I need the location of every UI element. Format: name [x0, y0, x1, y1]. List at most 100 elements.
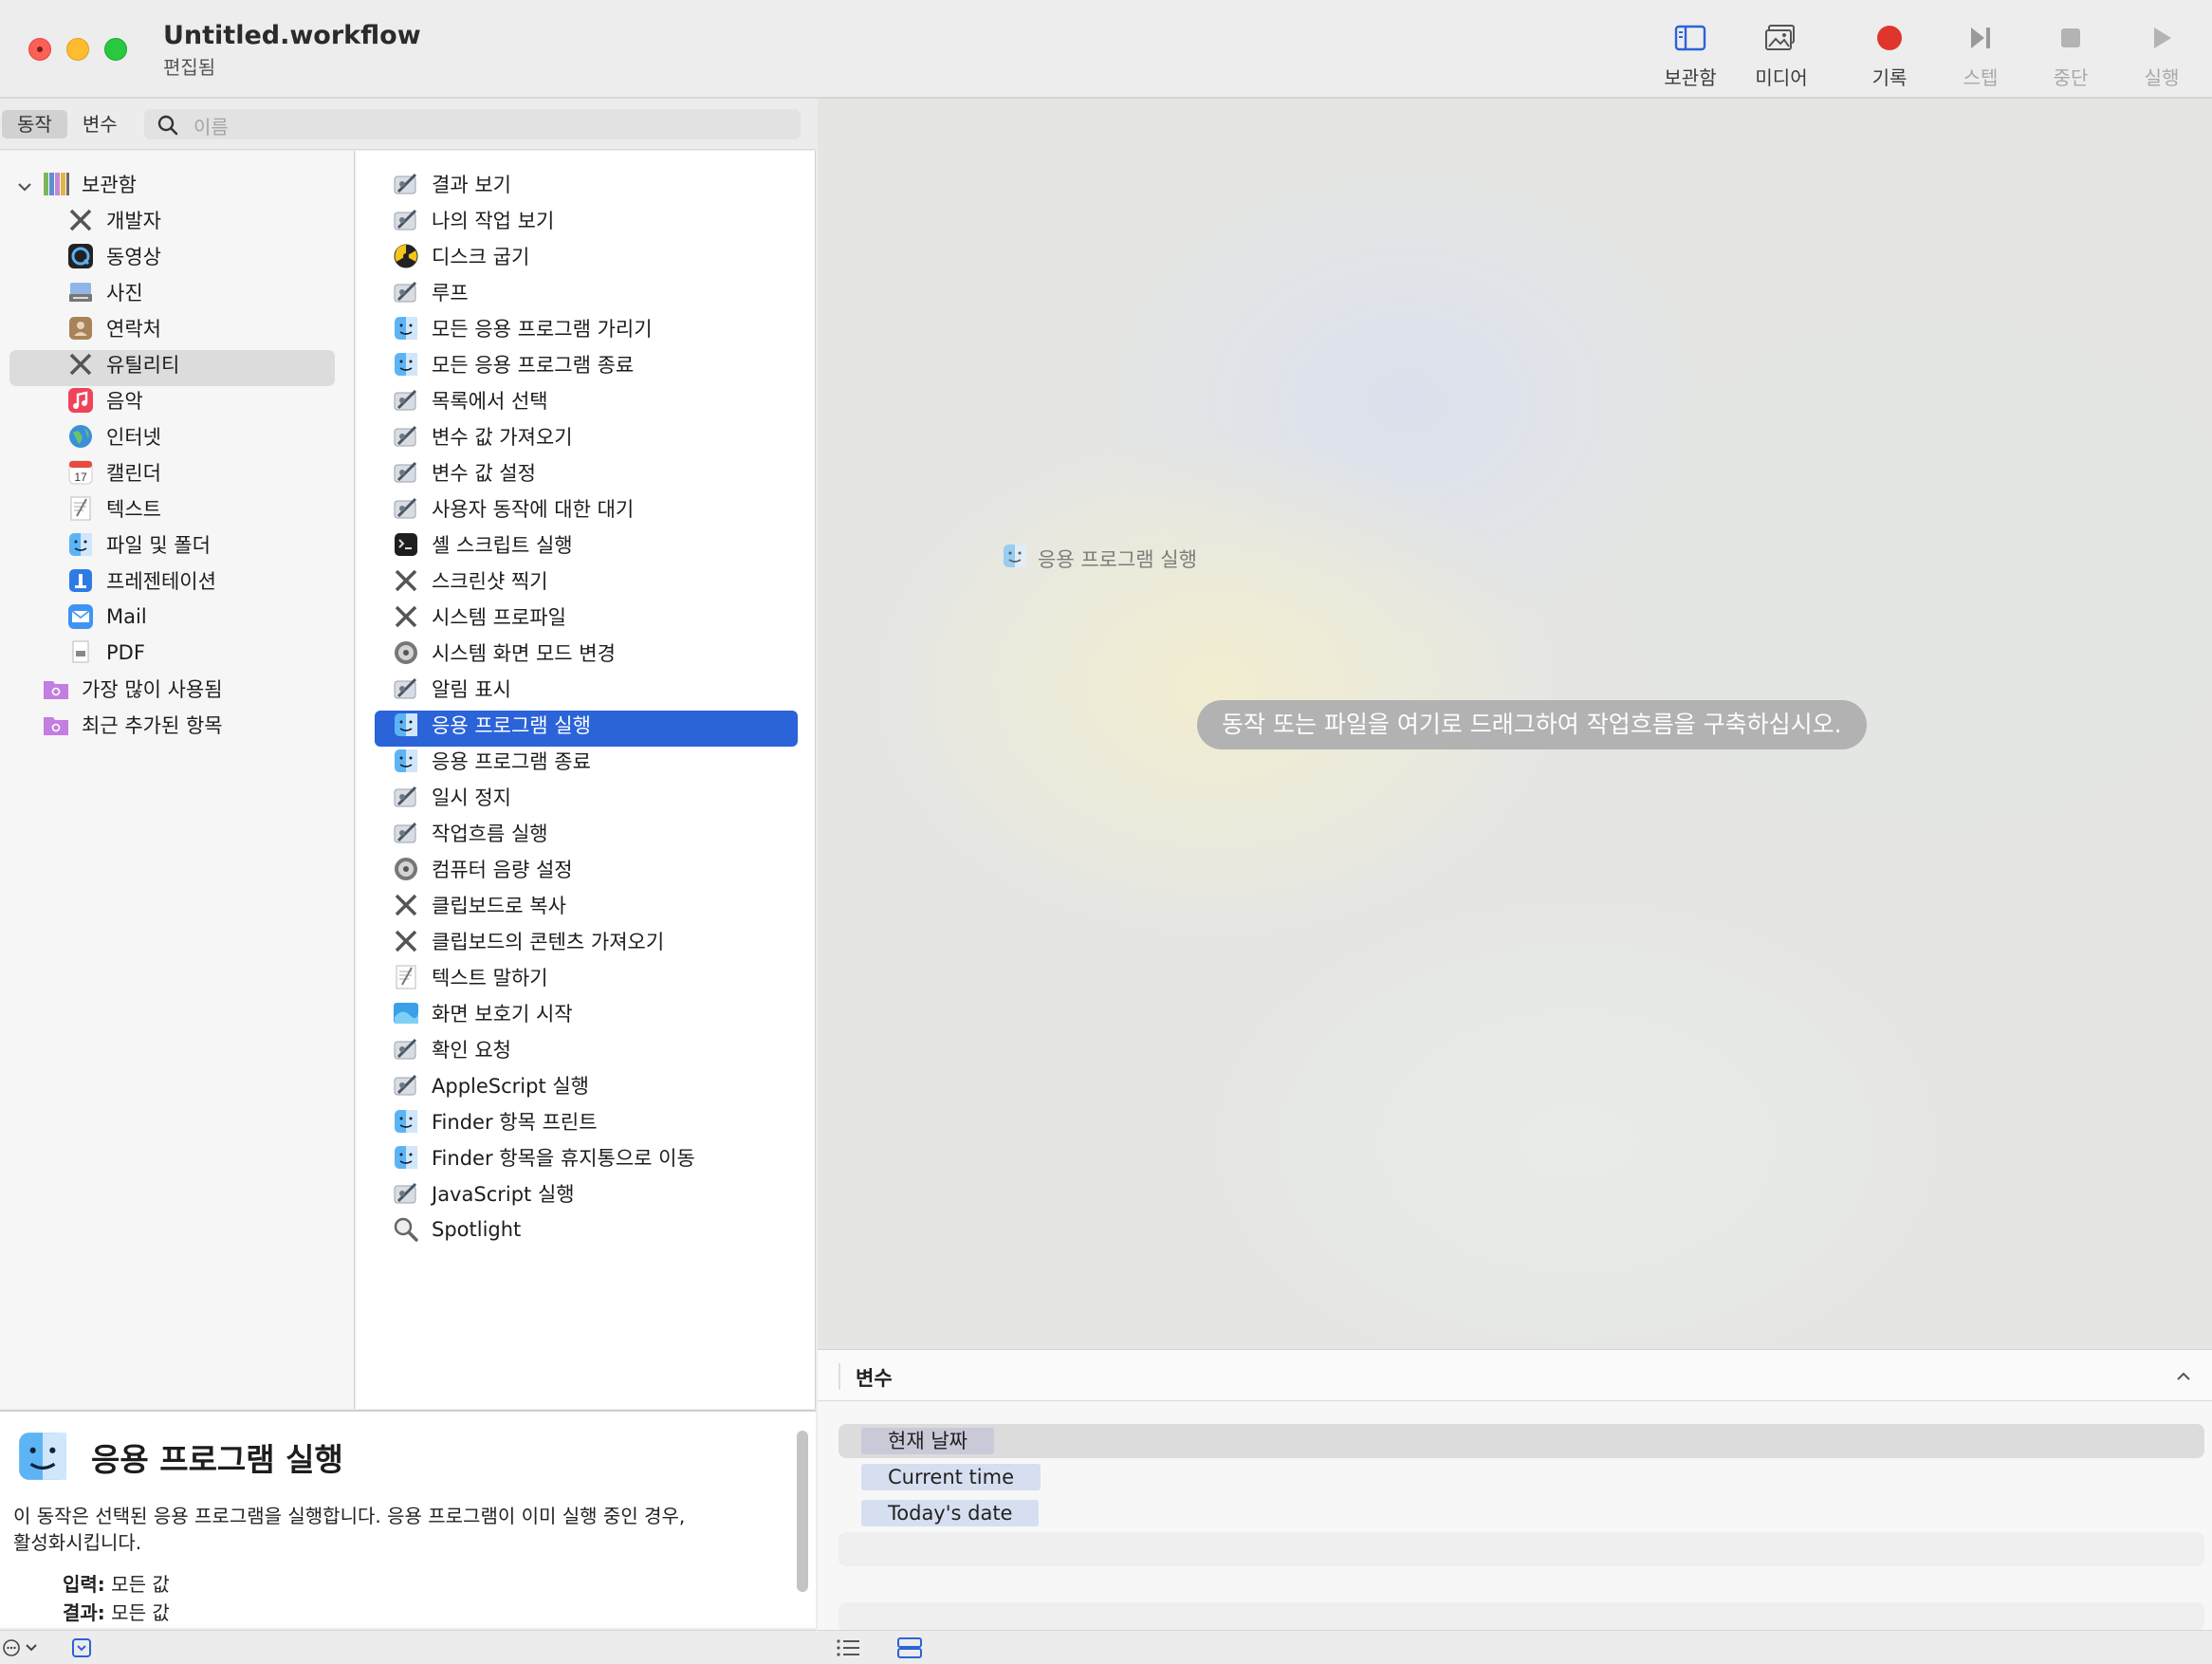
stop-toolbar-button[interactable]: 중단 — [2028, 19, 2113, 95]
action-label: 변수 값 가져오기 — [432, 426, 573, 449]
action-label: 디스크 굽기 — [432, 246, 530, 268]
action-item[interactable]: 사용자 동작에 대한 대기 — [392, 491, 634, 526]
result-label: 결과: — [63, 1601, 105, 1624]
action-label: 시스템 화면 모드 변경 — [432, 642, 616, 665]
action-item[interactable]: 컴퓨터 음량 설정 — [392, 852, 573, 886]
description-input: 입력: 모든 값 — [63, 1569, 170, 1597]
action-item[interactable]: 화면 보호기 시작 — [392, 996, 573, 1030]
zoom-window-button[interactable] — [104, 38, 127, 61]
library-item-contacts[interactable]: 연락처 — [66, 311, 161, 345]
more-options-icon[interactable] — [2, 1637, 40, 1662]
action-item[interactable]: 변수 값 설정 — [392, 455, 536, 490]
library-item-photos[interactable]: 사진 — [66, 275, 143, 309]
smart-group-recently-added[interactable]: 최근 추가된 항목 — [42, 708, 223, 742]
library-toolbar-button[interactable]: 보관함 — [1648, 19, 1733, 95]
description-toggle-icon[interactable] — [70, 1636, 93, 1663]
library-item-utilities[interactable]: 유틸리티 — [66, 347, 179, 381]
pdf-icon — [66, 638, 95, 667]
terminal-icon — [392, 530, 420, 559]
action-label: 사용자 동작에 대한 대기 — [432, 498, 635, 521]
action-item[interactable]: 시스템 화면 모드 변경 — [392, 636, 616, 670]
variable-row[interactable]: Current time — [839, 1460, 2204, 1494]
action-item[interactable]: 클립보드로 복사 — [392, 888, 566, 922]
search-field[interactable]: 이름 — [144, 109, 801, 139]
library-item-developer[interactable]: 개발자 — [66, 203, 161, 237]
action-item[interactable]: 디스크 굽기 — [392, 239, 529, 273]
library-item-text[interactable]: 텍스트 — [66, 491, 161, 526]
action-item[interactable]: 작업흐름 실행 — [392, 816, 548, 850]
action-label: 텍스트 말하기 — [432, 967, 548, 989]
library-item-presentations[interactable]: 프레젠테이션 — [66, 564, 216, 598]
step-toolbar-button[interactable]: 스텝 — [1938, 19, 2023, 95]
action-item[interactable]: 응용 프로그램 실행 — [392, 708, 591, 742]
automator-icon — [392, 170, 420, 198]
action-label: 응용 프로그램 종료 — [432, 750, 591, 773]
library-item-label: 유틸리티 — [106, 354, 180, 377]
automator-icon — [392, 783, 420, 811]
action-item[interactable]: 변수 값 가져오기 — [392, 419, 573, 453]
tab-variables[interactable]: 변수 — [67, 110, 133, 139]
library-item-calendar[interactable]: 17 캘린더 — [66, 455, 161, 490]
action-item[interactable]: 응용 프로그램 종료 — [392, 744, 591, 778]
action-item[interactable]: AppleScript 실행 — [392, 1068, 589, 1102]
workflow-canvas[interactable]: 응용 프로그램 실행 동작 또는 파일을 여기로 드래그하여 작업흐름을 구축하… — [818, 99, 2212, 1349]
library-item-music[interactable]: 음악 — [66, 383, 143, 417]
image-capture-icon — [66, 278, 95, 306]
run-toolbar-button[interactable]: 실행 — [2119, 19, 2204, 95]
action-item[interactable]: 결과 보기 — [392, 167, 511, 201]
record-toolbar-button[interactable]: 기록 — [1847, 19, 1932, 95]
action-item[interactable]: 루프 — [392, 275, 469, 309]
action-item[interactable]: 일시 정지 — [392, 780, 511, 814]
minimize-window-button[interactable] — [66, 38, 89, 61]
list-view-icon[interactable] — [835, 1636, 861, 1663]
action-item[interactable]: 스크린샷 찍기 — [392, 564, 548, 598]
finder-icon — [1002, 543, 1028, 574]
library-item-internet[interactable]: 인터넷 — [66, 419, 161, 453]
library-item-pdf[interactable]: PDF — [66, 636, 145, 670]
action-item[interactable]: Finder 항목을 휴지통으로 이동 — [392, 1140, 695, 1174]
stop-icon — [2028, 19, 2113, 57]
description-scrollbar[interactable] — [797, 1431, 808, 1592]
action-item[interactable]: 시스템 프로파일 — [392, 600, 566, 634]
dragged-action[interactable]: 응용 프로그램 실행 — [1002, 543, 1197, 574]
library-item-mail[interactable]: Mail — [66, 600, 147, 634]
finder-icon — [392, 747, 420, 775]
automator-icon — [392, 494, 420, 523]
variables-view-icon[interactable] — [895, 1636, 924, 1663]
tools-icon — [66, 206, 95, 234]
variable-token[interactable]: 현재 날짜 — [861, 1428, 994, 1454]
action-label: 시스템 프로파일 — [432, 606, 566, 629]
action-item[interactable]: JavaScript 실행 — [392, 1176, 575, 1211]
textedit-icon — [66, 494, 95, 523]
action-item[interactable]: 클립보드의 콘텐츠 가져오기 — [392, 924, 664, 958]
action-label: 나의 작업 보기 — [432, 210, 555, 232]
finder-icon — [392, 711, 420, 739]
action-item[interactable]: 목록에서 선택 — [392, 383, 548, 417]
media-toolbar-button[interactable]: 미디어 — [1739, 19, 1824, 95]
variable-row[interactable]: 현재 날짜 — [839, 1424, 2204, 1458]
action-item[interactable]: 모든 응용 프로그램 가리기 — [392, 311, 653, 345]
action-item[interactable]: 확인 요청 — [392, 1032, 511, 1066]
variable-token[interactable]: Today's date — [861, 1500, 1040, 1526]
chevron-down-icon[interactable] — [15, 177, 34, 196]
finder-icon — [15, 1429, 70, 1488]
library-root[interactable]: 보관함 — [42, 167, 137, 201]
chevron-up-icon[interactable] — [2174, 1367, 2193, 1390]
action-item[interactable]: 알림 표시 — [392, 672, 511, 706]
variable-row[interactable]: Today's date — [839, 1496, 2204, 1530]
action-item[interactable]: 모든 응용 프로그램 종료 — [392, 347, 634, 381]
library-item-files-folders[interactable]: 파일 및 폴더 — [66, 527, 211, 562]
library-item-movies[interactable]: 동영상 — [66, 239, 161, 273]
variable-token[interactable]: Current time — [861, 1464, 1041, 1490]
smart-group-most-used[interactable]: 가장 많이 사용됨 — [42, 672, 223, 706]
action-item[interactable]: 텍스트 말하기 — [392, 960, 548, 994]
action-item[interactable]: 셸 스크립트 실행 — [392, 527, 573, 562]
close-window-button[interactable] — [28, 38, 51, 61]
media-toolbar-label: 미디어 — [1755, 66, 1808, 89]
action-item[interactable]: Spotlight — [392, 1212, 521, 1247]
action-item[interactable]: Finder 항목 프린트 — [392, 1104, 598, 1138]
sidebar-icon — [1648, 19, 1733, 57]
tab-actions[interactable]: 동작 — [2, 110, 67, 139]
automator-icon — [392, 1035, 420, 1063]
action-item[interactable]: 나의 작업 보기 — [392, 203, 554, 237]
